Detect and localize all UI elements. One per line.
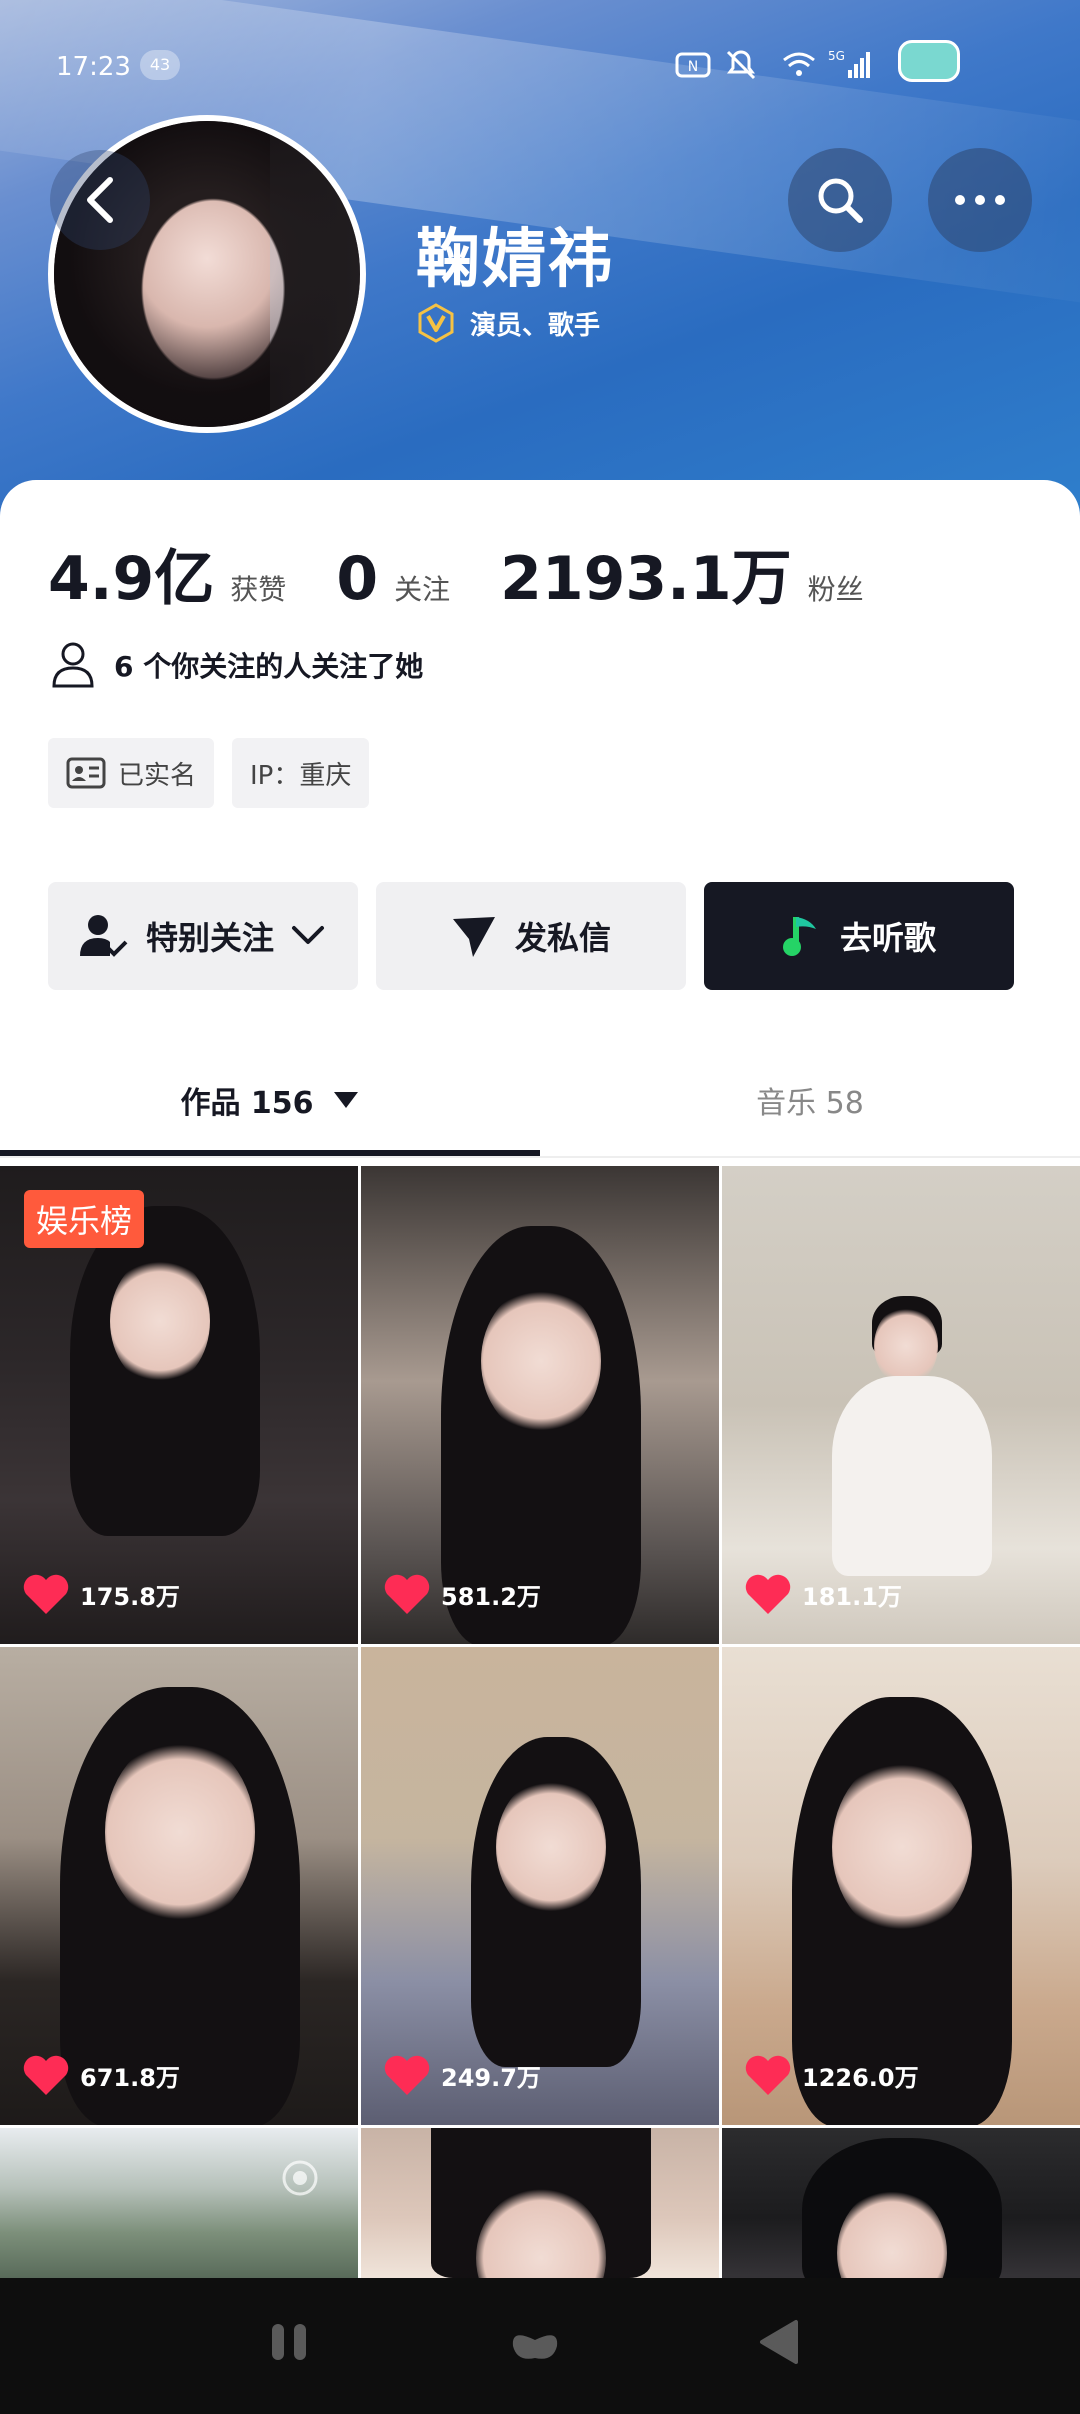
likes-count: 4.9亿 <box>48 544 215 614</box>
heart-icon <box>23 2055 69 2095</box>
pinned-target-icon <box>282 2160 318 2196</box>
chevron-left-icon <box>87 177 113 223</box>
caret-down-icon <box>333 1092 358 1108</box>
special-follow-label: 特别关注 <box>145 919 274 957</box>
listen-music-label: 去听歌 <box>839 919 936 957</box>
back-button[interactable] <box>50 150 150 250</box>
tab-music[interactable]: 音乐 58 <box>540 1035 1080 1165</box>
video-thumbnail[interactable]: 181.1万 <box>722 1166 1080 1644</box>
mutual-followers[interactable]: 6 个你关注的人关注了她 <box>50 640 423 690</box>
tags-row: 已实名 IP：重庆 <box>48 738 387 808</box>
tab-divider <box>0 1156 1080 1158</box>
video-thumbnail[interactable] <box>0 2128 358 2278</box>
verification-line: 演员、歌手 <box>416 303 600 343</box>
system-navigation-bar <box>0 2278 1080 2414</box>
real-name-tag[interactable]: 已实名 <box>48 738 215 808</box>
send-message-label: 发私信 <box>514 919 611 957</box>
id-card-icon <box>66 757 106 789</box>
verified-badge-icon <box>418 303 454 343</box>
video-thumbnail[interactable] <box>361 2128 719 2278</box>
heart-icon <box>745 2055 791 2095</box>
nfc-icon: N <box>675 52 711 78</box>
tab-works-label: 作品 156 <box>180 1086 314 1121</box>
svg-text:5G: 5G <box>828 49 845 63</box>
special-follow-button[interactable]: 特别关注 <box>48 882 358 990</box>
video-likes: 181.1万 <box>744 1572 902 1616</box>
video-thumbnail[interactable]: 1226.0万 <box>722 1647 1080 2125</box>
video-thumbnail[interactable]: 娱乐榜 175.8万 <box>0 1166 358 1644</box>
video-likes: 249.7万 <box>383 2053 541 2097</box>
following-count[interactable]: 0 <box>336 544 378 614</box>
followers-count[interactable]: 2193.1万 <box>500 530 792 617</box>
video-thumbnail[interactable] <box>722 2128 1080 2278</box>
svg-text:N: N <box>688 59 698 75</box>
ip-location-text: IP：重庆 <box>250 760 352 791</box>
profile-header: 17:23 43 N 5G 鞠婧祎 演员、歌手 <box>0 0 1080 520</box>
back-triangle-icon[interactable] <box>756 2318 800 2366</box>
listen-music-button[interactable]: 去听歌 <box>704 882 1014 990</box>
video-thumbnail[interactable]: 671.8万 <box>0 1647 358 2125</box>
content-tabs: 作品 156 音乐 58 <box>0 1035 1080 1165</box>
search-icon <box>818 178 863 223</box>
search-button[interactable] <box>788 148 892 252</box>
following-label[interactable]: 关注 <box>394 568 450 608</box>
heart-icon <box>384 2055 430 2095</box>
wifi-icon <box>783 52 815 76</box>
home-butterfly-icon[interactable] <box>505 2318 565 2366</box>
video-likes: 175.8万 <box>22 1572 180 1616</box>
video-likes: 671.8万 <box>22 2053 180 2097</box>
profile-name: 鞠婧祎 <box>416 223 614 297</box>
send-message-button[interactable]: 发私信 <box>376 882 686 990</box>
signal-5g-icon: 5G <box>828 49 870 78</box>
video-likes: 1226.0万 <box>744 2053 919 2097</box>
battery-icon <box>898 40 960 82</box>
verification-text: 演员、歌手 <box>470 310 601 341</box>
chevron-down-icon <box>292 926 324 944</box>
paper-plane-icon <box>452 917 495 957</box>
music-note-icon <box>782 917 816 956</box>
video-likes: 581.2万 <box>383 1572 541 1616</box>
status-time: 17:23 <box>56 52 131 82</box>
notification-count-badge: 43 <box>140 50 180 80</box>
heart-icon <box>23 1574 69 1614</box>
tab-music-label: 音乐 58 <box>756 1086 864 1121</box>
followers-label[interactable]: 粉丝 <box>808 568 864 608</box>
more-button[interactable] <box>928 148 1032 252</box>
user-check-icon <box>79 915 128 957</box>
mutual-followers-text: 6 个你关注的人关注了她 <box>114 650 424 683</box>
video-grid: 娱乐榜 175.8万 581.2万 181.1万 671.8万 249.7万 1… <box>0 1166 1080 2278</box>
video-thumbnail[interactable]: 249.7万 <box>361 1647 719 2125</box>
stats-row: 4.9亿 获赞 0 关注 2193.1万 粉丝 <box>48 530 914 617</box>
recent-apps-icon[interactable] <box>268 2318 312 2366</box>
person-icon <box>52 642 94 688</box>
tab-works[interactable]: 作品 156 <box>0 1035 540 1165</box>
more-dots-icon <box>955 195 1005 205</box>
heart-icon <box>745 1574 791 1614</box>
mute-bell-icon <box>726 50 756 80</box>
heart-icon <box>384 1574 430 1614</box>
ip-location-tag: IP：重庆 <box>232 738 370 808</box>
actions-row: 特别关注 发私信 去听歌 <box>48 882 1032 990</box>
status-bar: 17:23 43 N 5G <box>0 0 1080 130</box>
likes-label: 获赞 <box>230 573 287 606</box>
real-name-text: 已实名 <box>118 760 197 791</box>
video-thumbnail[interactable]: 581.2万 <box>361 1166 719 1644</box>
ranking-badge: 娱乐榜 <box>24 1190 145 1248</box>
